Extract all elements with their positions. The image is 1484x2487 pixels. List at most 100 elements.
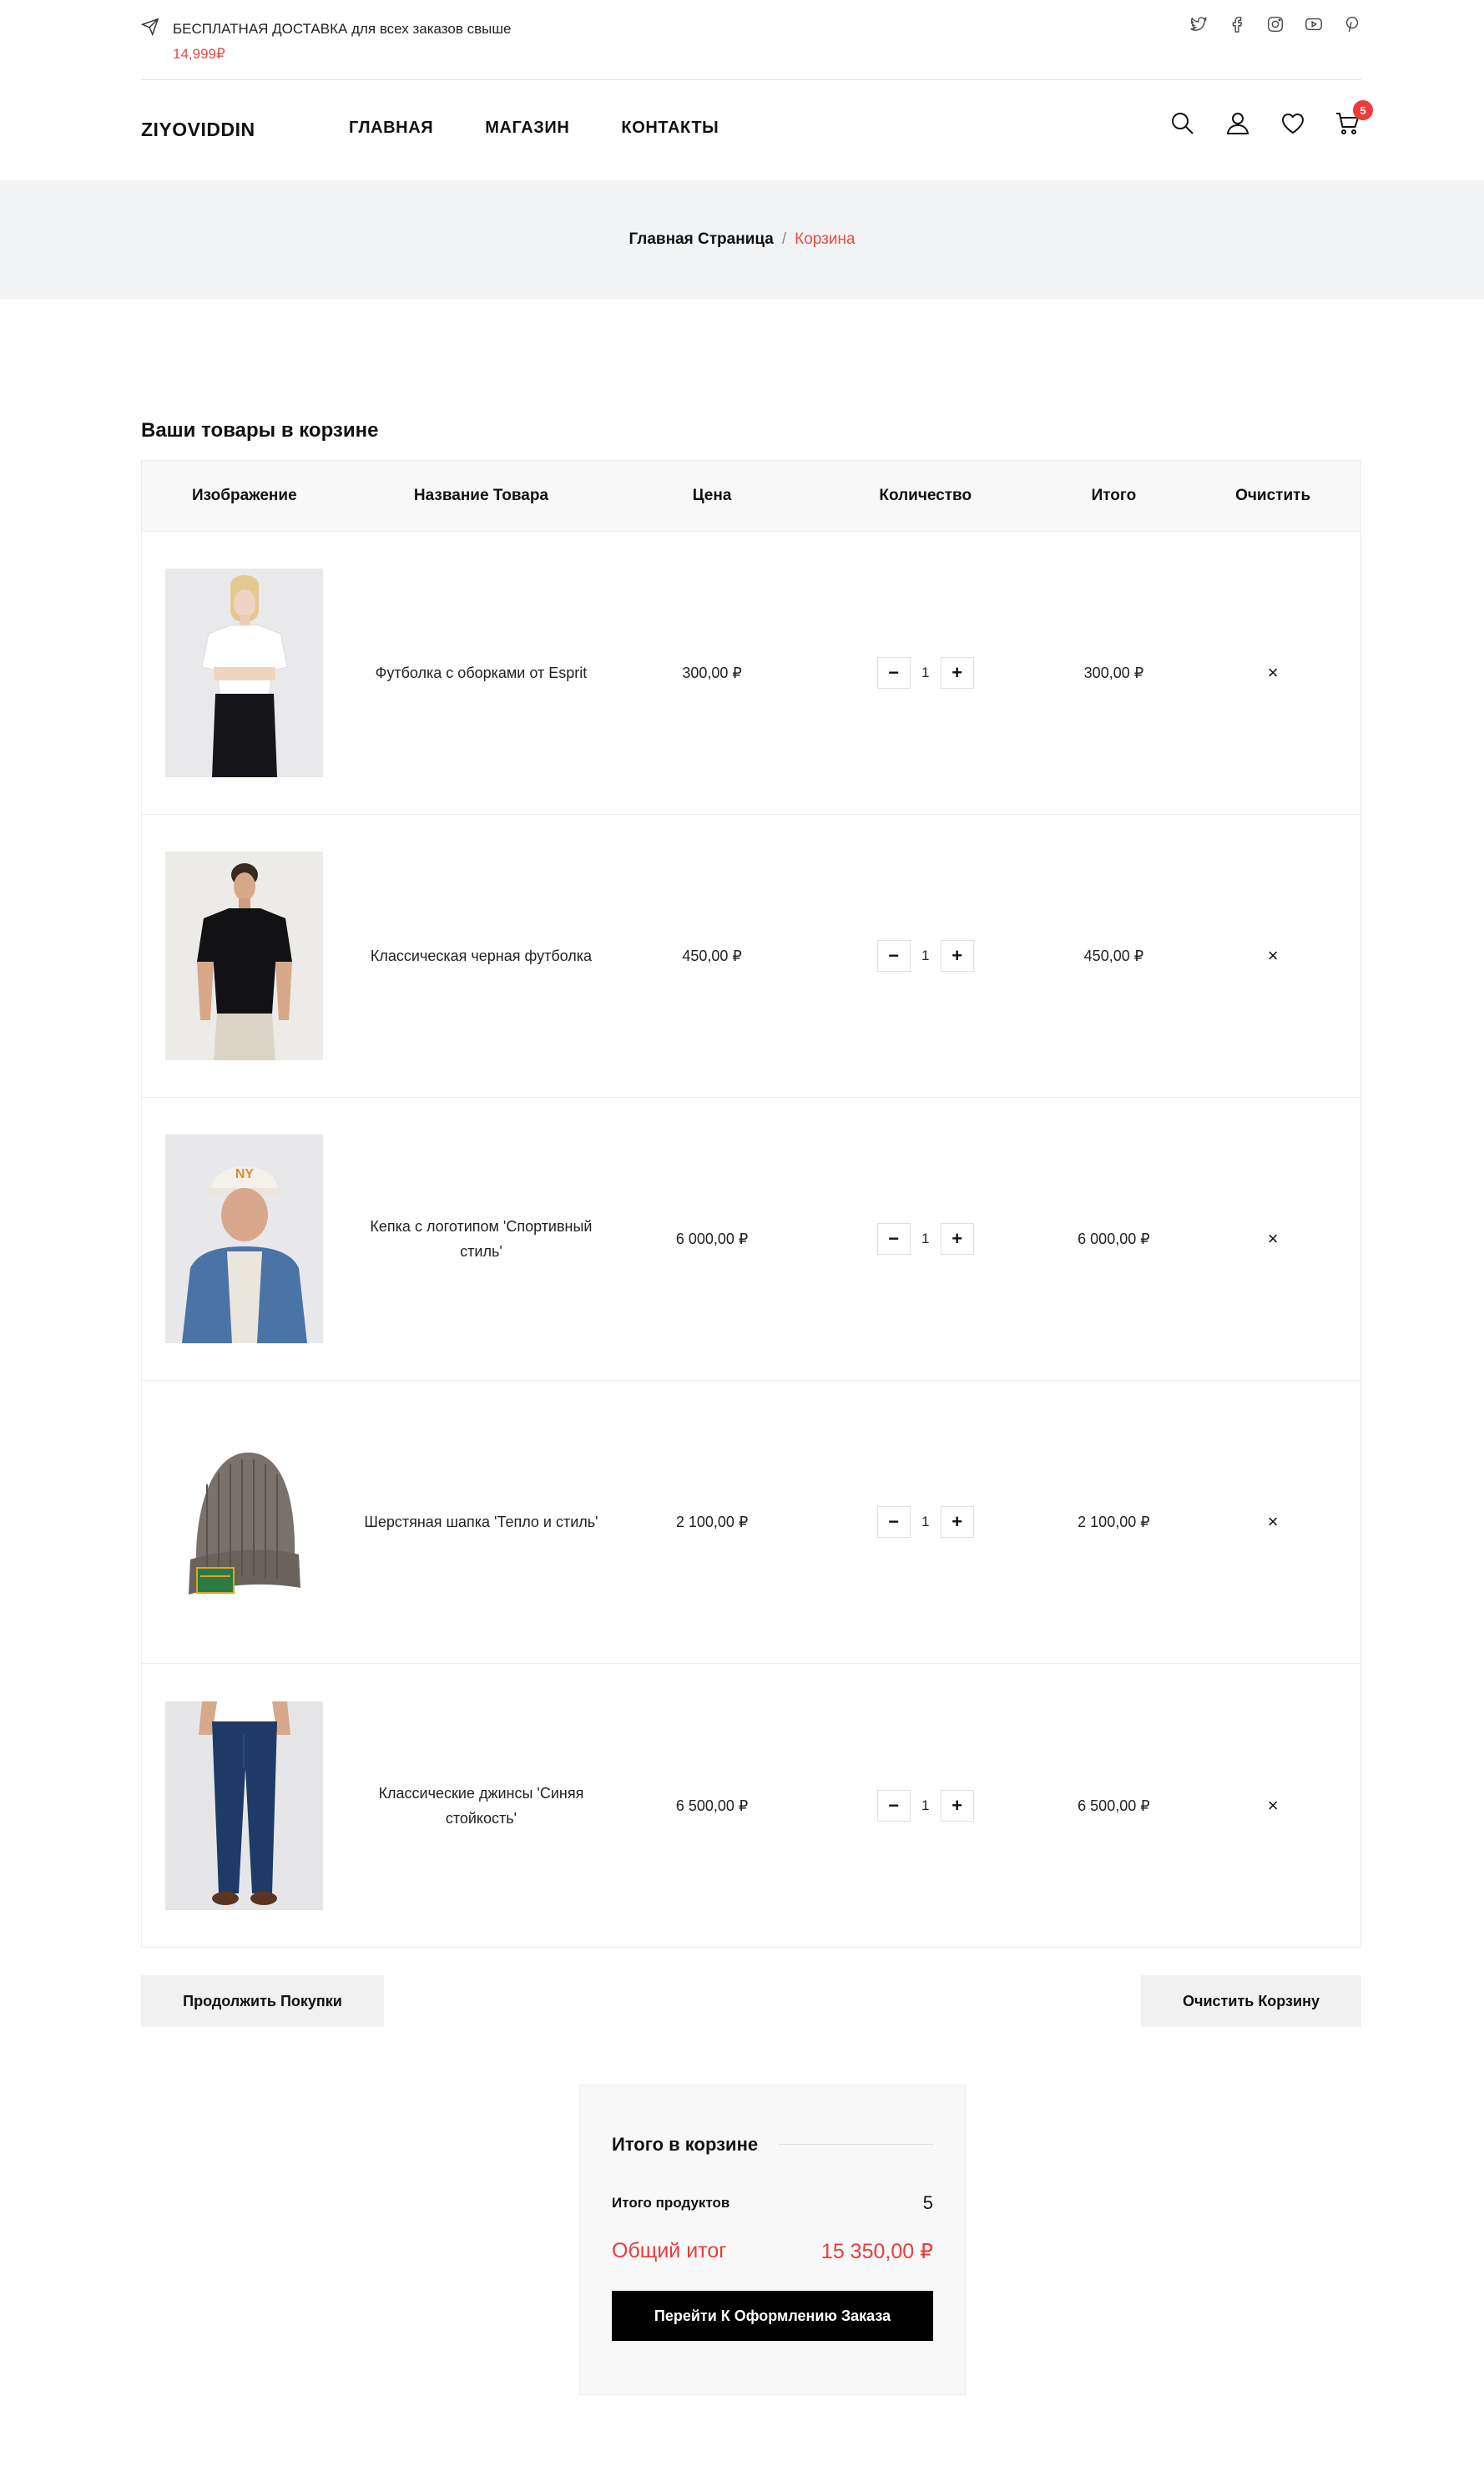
quantity-stepper: − 1 + bbox=[876, 657, 974, 689]
divider bbox=[779, 2144, 933, 2145]
nav-shop[interactable]: МАГАЗИН bbox=[485, 119, 569, 138]
continue-shopping-button[interactable]: Продолжить Покупки bbox=[141, 1975, 384, 2027]
row-total: 2 100,00 ₽ bbox=[1078, 1514, 1150, 1530]
header-actions: 5 bbox=[1169, 100, 1373, 137]
table-row: Классические джинсы 'Синяя стойкость' 6 … bbox=[142, 1664, 1360, 1947]
clear-cart-button[interactable]: Очистить Корзину bbox=[1141, 1975, 1361, 2027]
increase-button[interactable]: + bbox=[940, 1223, 974, 1255]
product-image[interactable] bbox=[165, 852, 324, 1060]
cart-icon[interactable]: 5 bbox=[1335, 100, 1373, 137]
social-links bbox=[1189, 15, 1361, 38]
grand-total-value: 15 350,00 ₽ bbox=[820, 2240, 933, 2263]
table-row: Футболка с оборками от Esprit 300,00 ₽ −… bbox=[142, 532, 1360, 815]
promo-price: 14,999₽ bbox=[173, 46, 225, 62]
header: ZIYOVIDDIN ГЛАВНАЯ МАГАЗИН КОНТАКТЫ 5 bbox=[141, 80, 1373, 180]
decrease-button[interactable]: − bbox=[876, 1789, 911, 1822]
product-price: 6 000,00 ₽ bbox=[675, 1231, 749, 1247]
search-icon[interactable] bbox=[1169, 110, 1196, 137]
youtube-icon[interactable] bbox=[1305, 15, 1323, 38]
remove-icon[interactable]: × bbox=[1268, 1226, 1279, 1251]
table-row: NY Кепка с логотипом 'Спортивный стиль' … bbox=[142, 1098, 1360, 1381]
row-total: 6 000,00 ₽ bbox=[1078, 1231, 1150, 1247]
pinterest-icon[interactable] bbox=[1343, 15, 1361, 38]
product-price: 6 500,00 ₽ bbox=[675, 1797, 749, 1814]
product-name[interactable]: Кепка с логотипом 'Спортивный стиль' bbox=[347, 1214, 616, 1264]
product-name[interactable]: Классическая черная футболка bbox=[347, 943, 616, 968]
increase-button[interactable]: + bbox=[940, 657, 974, 689]
quantity-value[interactable]: 1 bbox=[911, 1793, 941, 1818]
remove-icon[interactable]: × bbox=[1268, 1509, 1279, 1534]
table-header: Изображение Название Товара Цена Количес… bbox=[142, 461, 1360, 532]
quantity-value[interactable]: 1 bbox=[911, 1226, 941, 1251]
row-total: 300,00 ₽ bbox=[1083, 665, 1144, 681]
breadcrumb: Главная Страница / Корзина bbox=[0, 180, 1484, 299]
product-image[interactable] bbox=[165, 1701, 324, 1910]
decrease-button[interactable]: − bbox=[876, 1506, 911, 1538]
quantity-stepper: − 1 + bbox=[876, 1506, 974, 1538]
column-remove: Очистить bbox=[1235, 487, 1311, 504]
nav-home[interactable]: ГЛАВНАЯ bbox=[349, 119, 433, 138]
promo-message: БЕСПЛАТНАЯ ДОСТАВКА для всех заказов свы… bbox=[173, 21, 512, 37]
cart-table: Изображение Название Товара Цена Количес… bbox=[141, 460, 1361, 1948]
product-name[interactable]: Шерстяная шапка 'Тепло и стиль' bbox=[347, 1509, 616, 1534]
remove-icon[interactable]: × bbox=[1268, 1793, 1279, 1818]
quantity-stepper: − 1 + bbox=[876, 1789, 974, 1822]
product-name[interactable]: Футболка с оборками от Esprit bbox=[347, 660, 616, 685]
decrease-button[interactable]: − bbox=[876, 1223, 911, 1255]
paper-plane-icon bbox=[140, 17, 159, 40]
svg-text:NY: NY bbox=[235, 1167, 255, 1181]
product-image[interactable]: NY bbox=[165, 1135, 324, 1343]
column-quantity: Количество bbox=[879, 487, 972, 504]
heart-icon[interactable] bbox=[1280, 110, 1306, 137]
column-name: Название Товара bbox=[413, 487, 549, 504]
table-row: Шерстяная шапка 'Тепло и стиль' 2 100,00… bbox=[142, 1381, 1360, 1664]
quantity-value[interactable]: 1 bbox=[911, 660, 941, 685]
quantity-stepper: − 1 + bbox=[876, 940, 974, 972]
breadcrumb-separator: / bbox=[781, 230, 787, 248]
quantity-value[interactable]: 1 bbox=[911, 943, 941, 968]
increase-button[interactable]: + bbox=[940, 1506, 974, 1538]
column-total: Итого bbox=[1091, 487, 1137, 504]
cart-title: Ваши товары в корзине bbox=[141, 419, 379, 442]
user-icon[interactable] bbox=[1224, 110, 1251, 137]
product-price: 300,00 ₽ bbox=[682, 665, 742, 681]
nav-contacts[interactable]: КОНТАКТЫ bbox=[621, 119, 719, 138]
product-image[interactable] bbox=[165, 1418, 324, 1626]
instagram-icon[interactable] bbox=[1266, 15, 1285, 38]
quantity-value[interactable]: 1 bbox=[911, 1509, 941, 1534]
decrease-button[interactable]: − bbox=[876, 940, 911, 972]
product-image[interactable] bbox=[165, 569, 324, 777]
column-image: Изображение bbox=[192, 487, 297, 504]
cart-totals: Итого в корзине Итого продуктов 5 Общий … bbox=[579, 2085, 966, 2395]
facebook-icon[interactable] bbox=[1228, 15, 1246, 38]
increase-button[interactable]: + bbox=[940, 1789, 974, 1822]
twitter-icon[interactable] bbox=[1189, 15, 1208, 38]
grand-total-label: Общий итог bbox=[612, 2239, 727, 2262]
row-total: 450,00 ₽ bbox=[1083, 948, 1144, 964]
remove-icon[interactable]: × bbox=[1268, 943, 1279, 968]
remove-icon[interactable]: × bbox=[1268, 660, 1279, 685]
product-price: 450,00 ₽ bbox=[682, 948, 742, 964]
row-total: 6 500,00 ₽ bbox=[1078, 1797, 1150, 1814]
column-price: Цена bbox=[692, 487, 732, 504]
products-count-row: Итого продуктов 5 bbox=[612, 2192, 933, 2214]
promo: БЕСПЛАТНАЯ ДОСТАВКА для всех заказов свы… bbox=[140, 17, 590, 67]
product-name[interactable]: Классические джинсы 'Синяя стойкость' bbox=[347, 1781, 616, 1831]
products-count-label: Итого продуктов bbox=[612, 2195, 730, 2211]
totals-title: Итого в корзине bbox=[612, 2134, 759, 2155]
breadcrumb-home[interactable]: Главная Страница bbox=[628, 230, 773, 249]
promo-text: БЕСПЛАТНАЯ ДОСТАВКА для всех заказов свы… bbox=[173, 17, 590, 67]
increase-button[interactable]: + bbox=[940, 940, 974, 972]
breadcrumb-current: Корзина bbox=[795, 230, 856, 248]
table-row: Классическая черная футболка 450,00 ₽ − … bbox=[142, 815, 1360, 1098]
product-price: 2 100,00 ₽ bbox=[675, 1514, 749, 1530]
top-bar: БЕСПЛАТНАЯ ДОСТАВКА для всех заказов свы… bbox=[140, 0, 1361, 80]
cart-count-badge: 5 bbox=[1353, 100, 1373, 120]
checkout-button[interactable]: Перейти К Оформлению Заказа bbox=[612, 2291, 933, 2341]
main-nav: ГЛАВНАЯ МАГАЗИН КОНТАКТЫ bbox=[349, 119, 719, 138]
grand-total-row: Общий итог 15 350,00 ₽ bbox=[612, 2239, 933, 2264]
logo[interactable]: ZIYOVIDDIN bbox=[141, 119, 255, 141]
quantity-stepper: − 1 + bbox=[876, 1223, 974, 1255]
decrease-button[interactable]: − bbox=[876, 657, 911, 689]
products-count-value: 5 bbox=[922, 2192, 933, 2213]
